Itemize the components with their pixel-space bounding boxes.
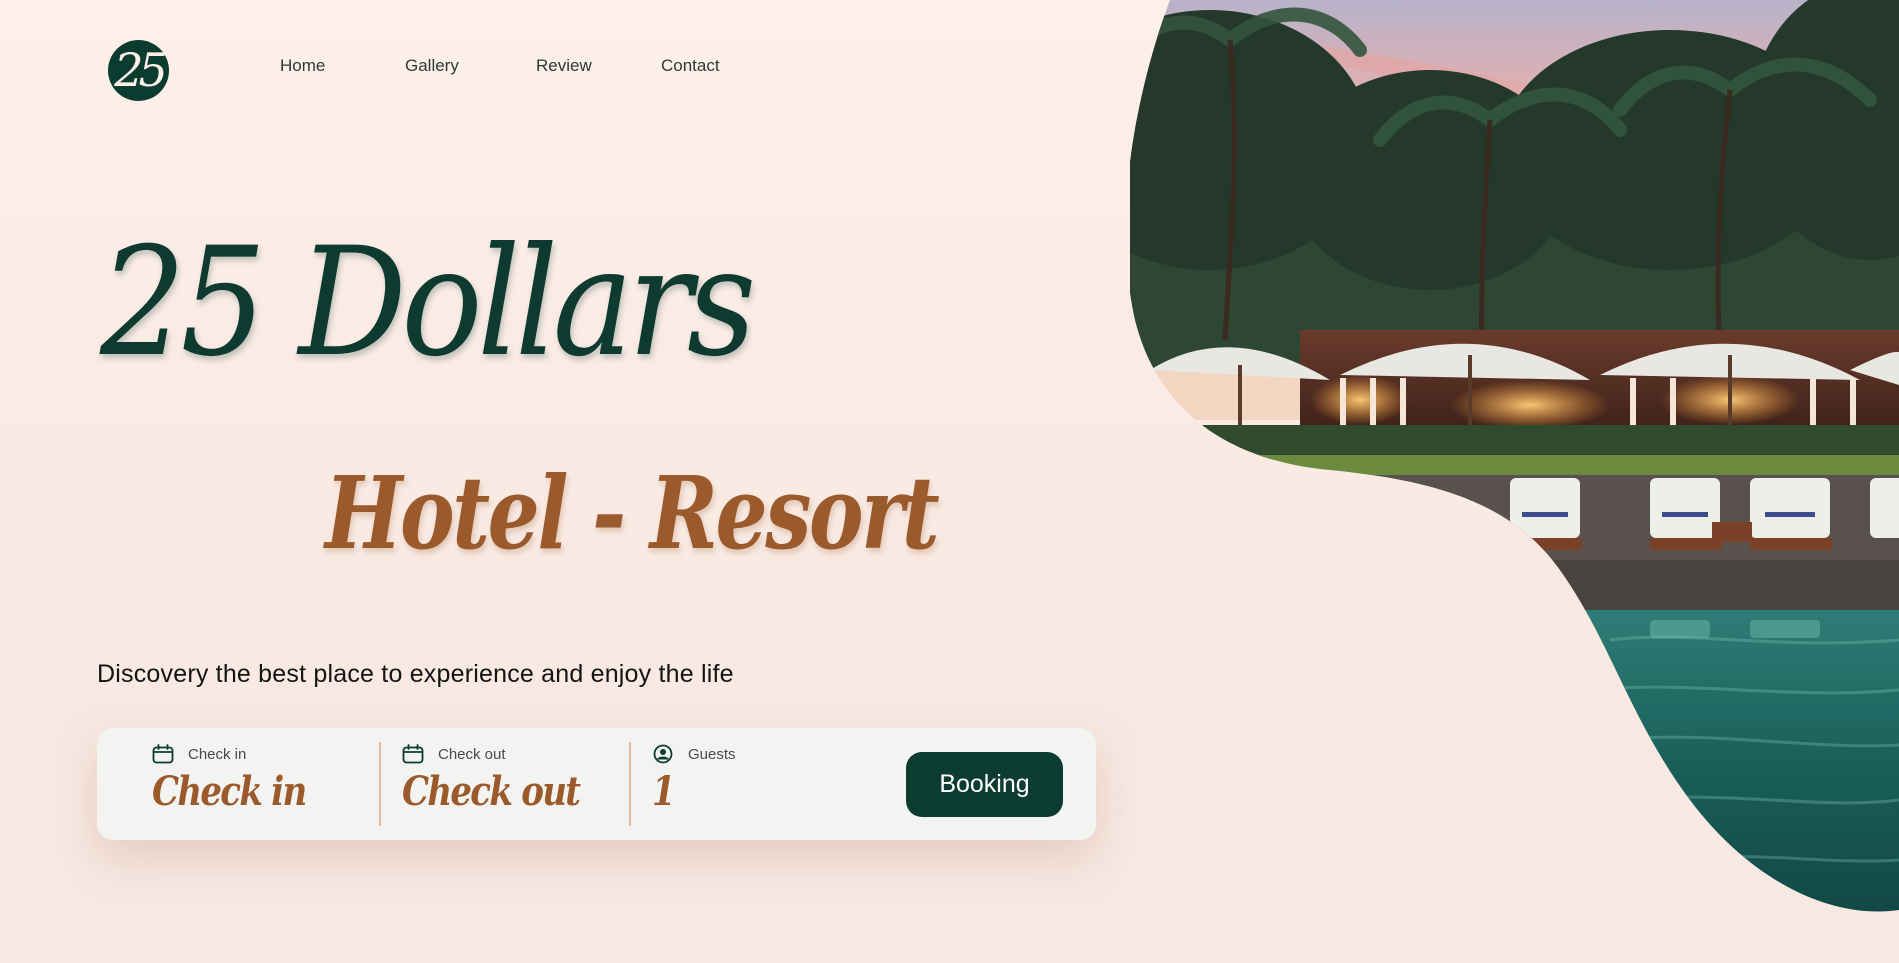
guests-label-row: Guests [652,742,852,766]
check-out-label: Check out [438,745,506,763]
check-out-field[interactable]: Check out Check out [402,742,622,826]
field-divider [629,742,631,826]
check-in-value[interactable]: Check in [152,770,339,814]
nav-link-review[interactable]: Review [536,56,606,76]
booking-button[interactable]: Booking [906,752,1063,817]
field-divider [379,742,381,826]
nav-link-home[interactable]: Home [280,56,340,76]
hero-title: 25 Dollars [100,216,756,390]
nav-link-contact[interactable]: Contact [661,56,741,76]
logo-text: 25 [114,42,168,97]
booking-bar: Check in Check in Check out Check out Gu… [97,728,1096,840]
calendar-icon [402,744,424,764]
check-in-field[interactable]: Check in Check in [152,742,372,826]
check-in-label-row: Check in [152,742,372,766]
hero-tagline: Discovery the best place to experience a… [97,660,734,688]
guests-value[interactable]: 1 [652,770,822,814]
check-out-label-row: Check out [402,742,622,766]
guests-label: Guests [688,745,736,763]
brand-logo[interactable]: 25 [108,40,169,101]
check-out-value[interactable]: Check out [402,770,589,814]
hero-image [1130,0,1899,912]
check-in-label: Check in [188,745,247,763]
hero-subtitle: Hotel - Resort [325,454,940,572]
guests-field[interactable]: Guests 1 [652,742,852,826]
calendar-icon [152,744,174,764]
nav-link-gallery[interactable]: Gallery [405,56,475,76]
user-circle-icon [653,744,673,764]
